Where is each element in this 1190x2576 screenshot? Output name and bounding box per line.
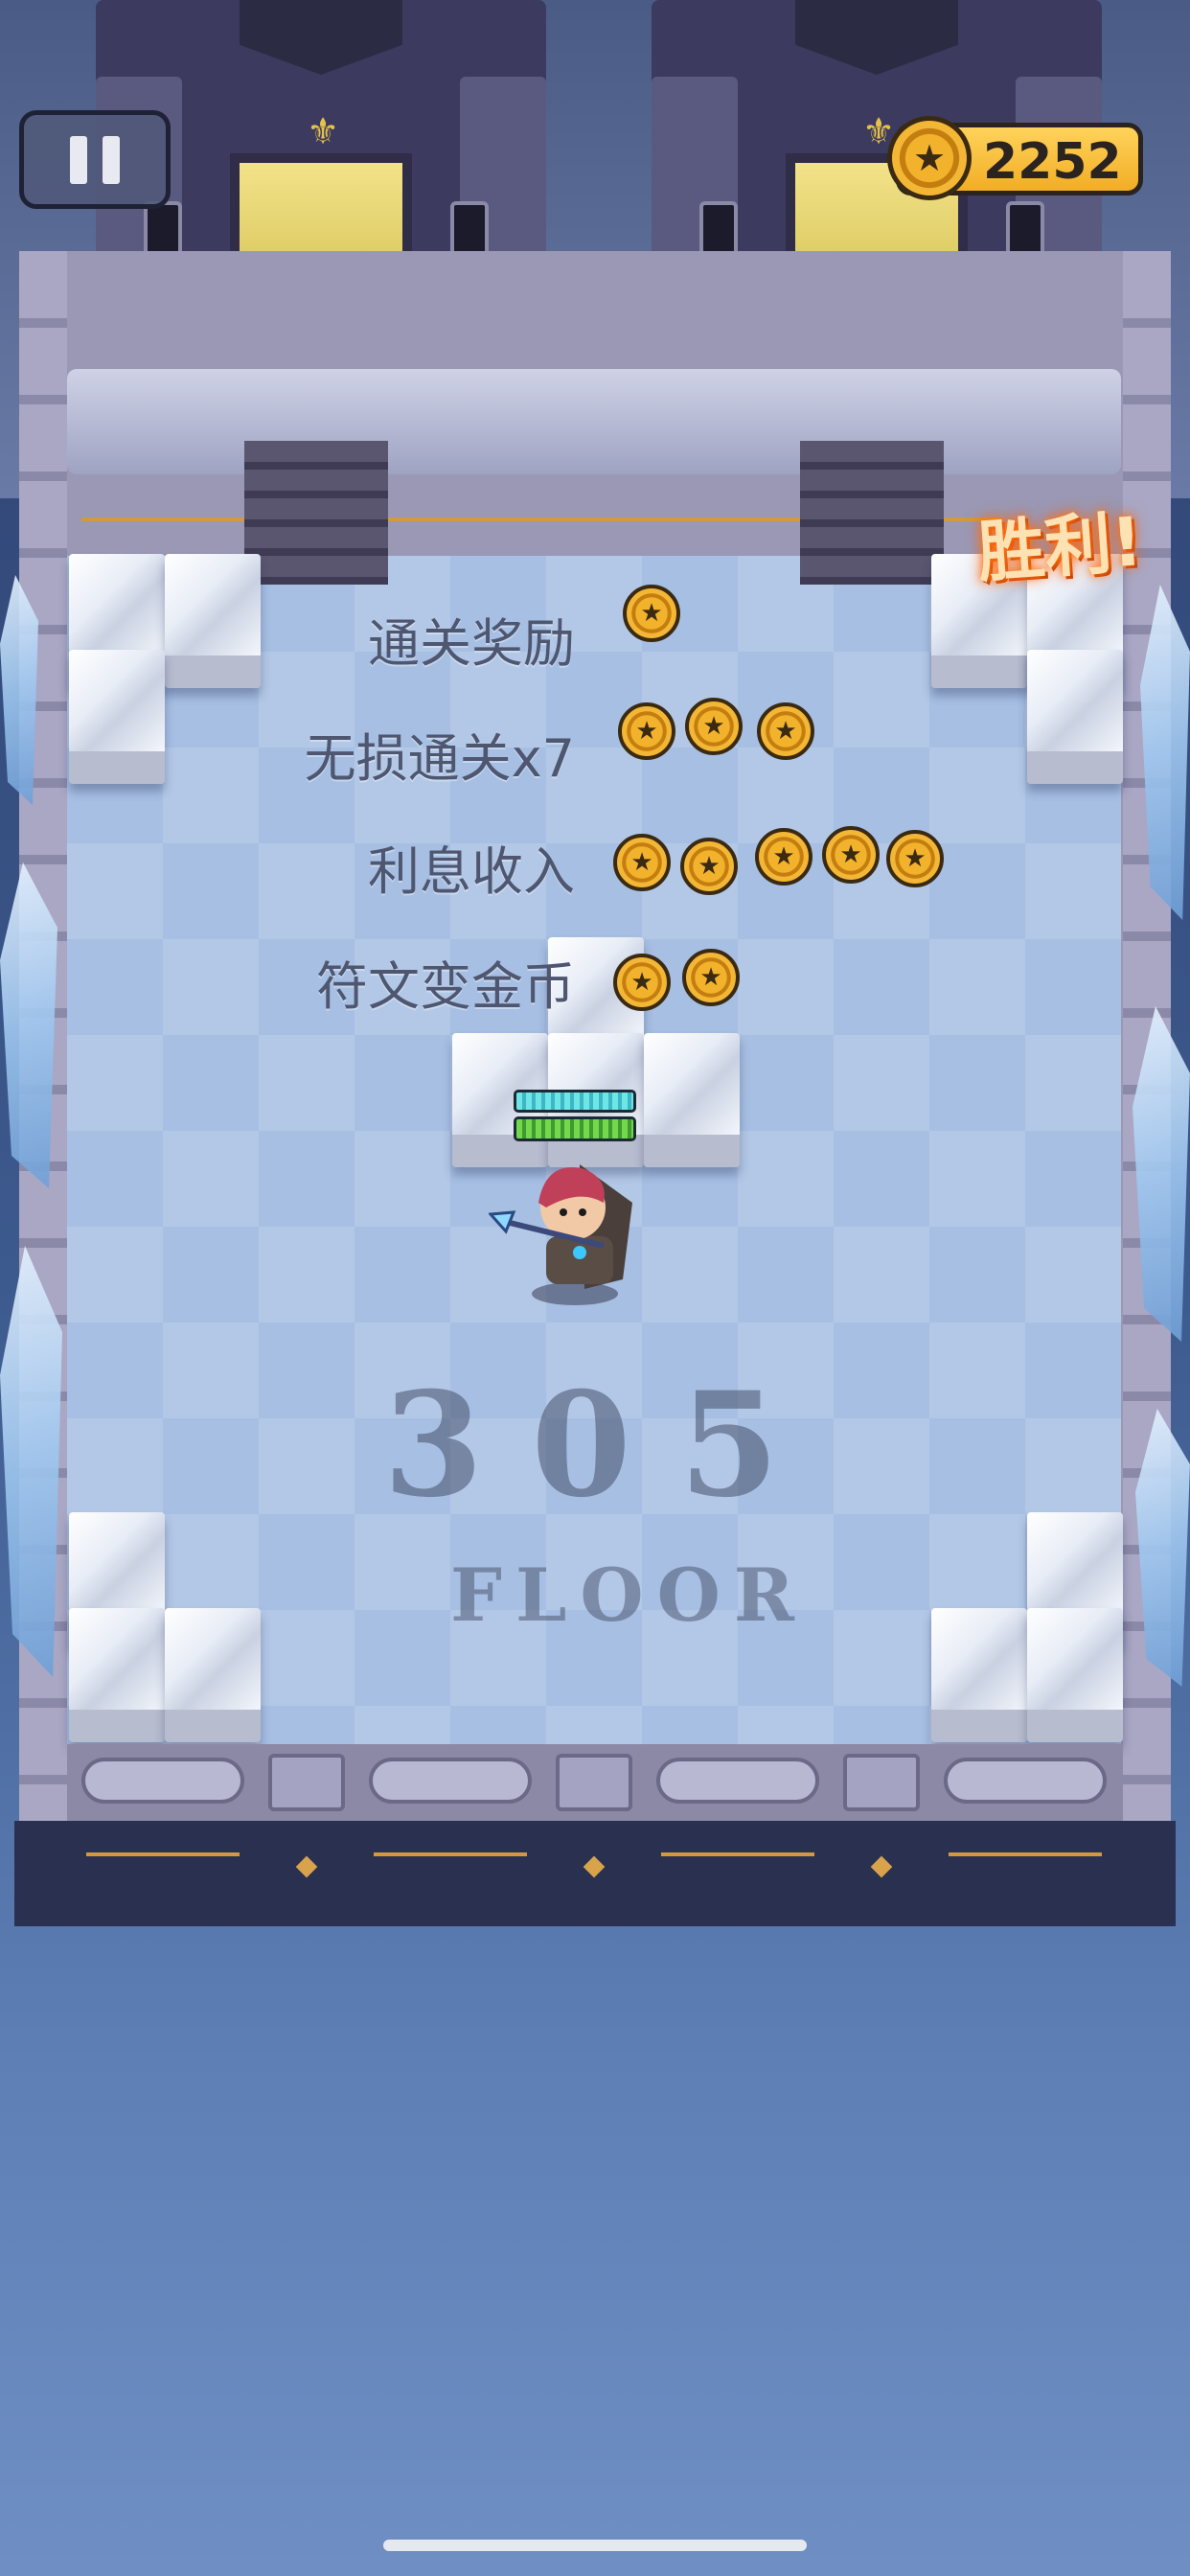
reward-label: 符文变金币 [316, 956, 575, 1017]
reward-coin-icon: ★ [623, 585, 680, 642]
reward-coin-icon: ★ [822, 826, 880, 884]
ice-crystal [0, 862, 57, 1188]
ice-block [165, 1608, 261, 1742]
reward-label: 无损通关x7 [304, 728, 575, 789]
ice-block [69, 1608, 165, 1742]
pause-icon [70, 136, 87, 184]
rail-pill [81, 1758, 244, 1804]
reward-coin-icon: ★ [757, 702, 814, 760]
left-stairs [244, 441, 388, 585]
trim-line [388, 518, 800, 521]
pause-icon [103, 136, 120, 184]
reward-coin-icon: ★ [682, 949, 740, 1006]
rail-block [268, 1754, 345, 1811]
coin-counter: ★ 2252 [887, 116, 1143, 200]
ice-block [644, 1033, 740, 1167]
reward-coin-icon: ★ [685, 698, 743, 755]
trim-line [374, 1852, 527, 1856]
trim-line [81, 518, 244, 521]
star-coin-icon: ★ [887, 116, 972, 200]
victory-banner: 胜利! [974, 502, 1145, 592]
reward-coin-icon: ★ [618, 702, 675, 760]
rail-block [843, 1754, 920, 1811]
reward-coin-icon: ★ [613, 954, 671, 1011]
rail-pill [656, 1758, 819, 1804]
home-indicator[interactable] [383, 2540, 807, 2551]
right-shield [795, 0, 958, 75]
shield-bar [514, 1090, 636, 1113]
reward-label: 通关奖励 [368, 613, 575, 674]
rail-block [556, 1754, 632, 1811]
hero-health-bar [514, 1090, 636, 1143]
ice-block [1027, 650, 1123, 784]
left-shield [240, 0, 402, 75]
reward-coin-icon: ★ [886, 830, 944, 887]
floor-label: FLOOR [450, 1552, 808, 1638]
reward-coin-icon: ★ [613, 834, 671, 891]
trim-line [949, 1852, 1102, 1856]
upper-ledge [67, 369, 1121, 474]
right-stairs [800, 441, 944, 585]
trim-line [661, 1852, 814, 1856]
coin-amount: 2252 [983, 133, 1122, 191]
fleur-de-lis-icon: ⚜ [307, 110, 340, 152]
rail-pill [369, 1758, 532, 1804]
health-bar [514, 1116, 636, 1141]
ice-crystal [0, 575, 38, 805]
reward-label: 利息收入 [368, 841, 575, 902]
pause-button[interactable] [19, 110, 171, 209]
ice-crystal [0, 1246, 62, 1677]
trim-line [86, 1852, 240, 1856]
rail-pill [944, 1758, 1107, 1804]
reward-coin-icon: ★ [755, 828, 812, 886]
floor-number: 305 [383, 1361, 828, 1530]
ice-block [1027, 1608, 1123, 1742]
ice-block [931, 1608, 1027, 1742]
reward-coin-icon: ★ [680, 838, 738, 895]
hero-character [487, 1145, 652, 1308]
